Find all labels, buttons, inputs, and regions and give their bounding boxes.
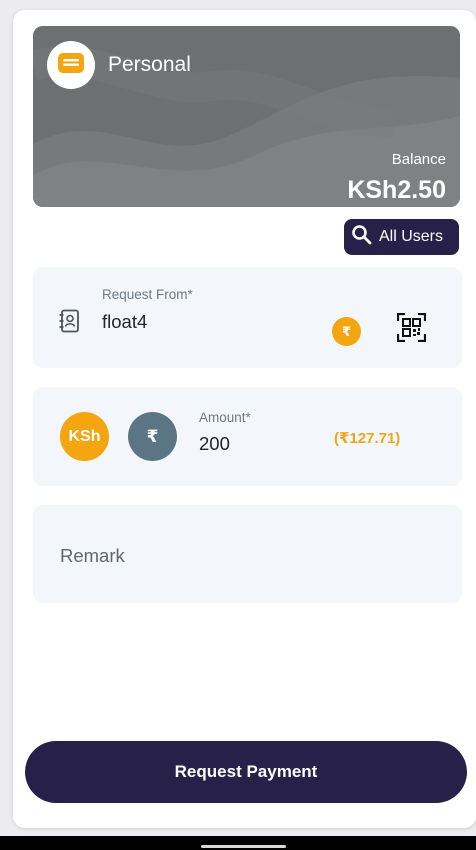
all-users-label: All Users xyxy=(379,228,444,245)
request-from-field[interactable]: Request From* float4 ₹ xyxy=(33,267,462,368)
search-icon xyxy=(351,224,372,250)
balance-label: Balance xyxy=(391,151,446,168)
contact-book-icon[interactable] xyxy=(59,309,80,338)
request-from-label: Request From* xyxy=(102,287,193,302)
wallet-card[interactable]: Personal Balance KSh2.50 xyxy=(33,26,460,207)
balance-value: KSh2.50 xyxy=(347,176,446,204)
remark-input[interactable]: Remark xyxy=(60,545,125,567)
amount-field[interactable]: KSh ₹ Amount* 200 (₹127.71) xyxy=(33,387,462,486)
wallet-icon xyxy=(58,52,84,78)
request-payment-sheet: Personal Balance KSh2.50 All Users Reque… xyxy=(13,10,476,828)
currency-inr-toggle[interactable]: ₹ xyxy=(128,412,177,461)
qr-code-icon[interactable] xyxy=(396,312,427,347)
currency-ksh-toggle[interactable]: KSh xyxy=(60,412,109,461)
converted-amount: (₹127.71) xyxy=(334,430,401,447)
wallet-name: Personal xyxy=(108,53,191,76)
remark-field[interactable]: Remark xyxy=(33,505,462,603)
all-users-button[interactable]: All Users xyxy=(344,219,459,255)
amount-label: Amount* xyxy=(199,410,251,425)
amount-input[interactable]: 200 xyxy=(199,433,230,455)
currency-coin-icon[interactable]: ₹ xyxy=(332,317,361,346)
request-payment-button[interactable]: Request Payment xyxy=(25,741,467,803)
wallet-avatar xyxy=(47,41,95,89)
home-gesture-handle[interactable] xyxy=(201,845,286,848)
request-from-input[interactable]: float4 xyxy=(102,311,147,333)
